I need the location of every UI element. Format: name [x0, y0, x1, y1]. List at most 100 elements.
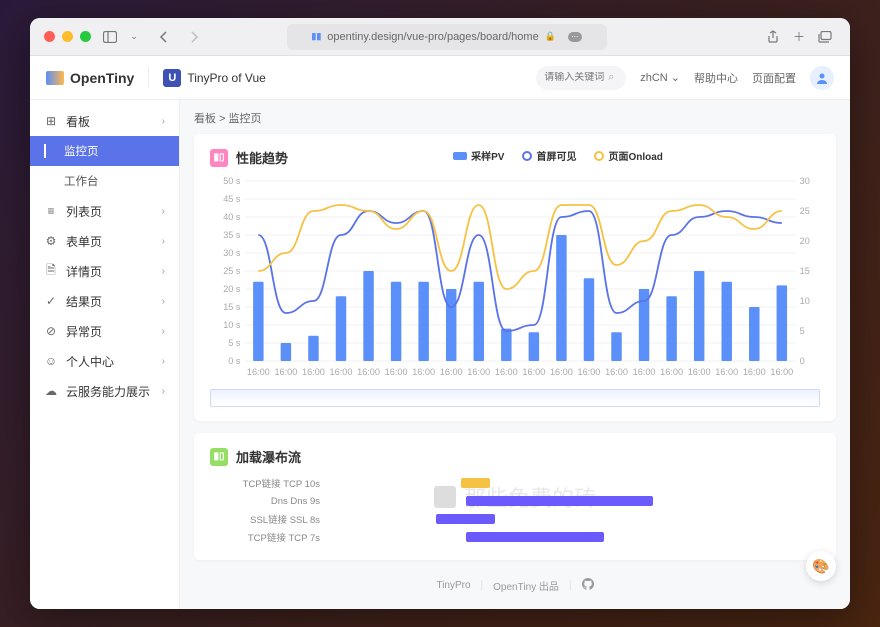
svg-text:20: 20 — [800, 236, 810, 246]
brand-logo[interactable]: OpenTiny — [46, 70, 134, 86]
nav-label: 结果页 — [66, 293, 102, 310]
product-logo[interactable]: U TinyPro of Vue — [163, 69, 265, 87]
svg-text:16:00: 16:00 — [688, 367, 711, 377]
svg-text:16:00: 16:00 — [412, 367, 435, 377]
sidebar-item-个人中心[interactable]: ☺个人中心› — [30, 346, 179, 376]
svg-text:16:00: 16:00 — [633, 367, 656, 377]
legend-item[interactable]: 页面Onload — [594, 148, 662, 163]
svg-text:10 s: 10 s — [223, 320, 241, 330]
waterfall-card: 那些免费的砖 ▮▯ 加载瀑布流 TCP链接 TCP 10sDns Dns 9sS… — [194, 433, 836, 560]
back-icon[interactable] — [153, 26, 175, 48]
svg-text:16:00: 16:00 — [743, 367, 766, 377]
card-title-text: 性能趋势 — [236, 148, 288, 167]
chevron-right-icon: › — [162, 356, 165, 367]
nav-label: 监控页 — [64, 143, 99, 159]
svg-text:16:00: 16:00 — [357, 367, 380, 377]
legend-item[interactable]: 采样PV — [453, 148, 504, 163]
svg-text:16:00: 16:00 — [550, 367, 573, 377]
theme-float-button[interactable]: 🎨 — [806, 551, 836, 581]
nav-icon: ☁ — [44, 384, 58, 398]
nav-label: 工作台 — [64, 173, 99, 189]
svg-text:30: 30 — [800, 176, 810, 186]
url-text: opentiny.design/vue-pro/pages/board/home — [327, 31, 538, 43]
sidebar-item-看板[interactable]: ⊞看板› — [30, 106, 179, 136]
minimize-dot[interactable] — [62, 31, 73, 42]
sidebar-item-监控页[interactable]: 监控页 — [30, 136, 179, 166]
chevron-down-icon[interactable]: ⌄ — [123, 26, 145, 48]
nav-icon: ⊞ — [44, 114, 58, 128]
sidebar-item-云服务能力展示[interactable]: ☁云服务能力展示› — [30, 376, 179, 406]
page-config-link[interactable]: 页面配置 — [752, 70, 796, 86]
nav-label: 个人中心 — [66, 353, 114, 370]
svg-text:25 s: 25 s — [223, 266, 241, 276]
svg-text:0 s: 0 s — [228, 356, 241, 366]
sidebar-item-表单页[interactable]: ⚙表单页› — [30, 226, 179, 256]
titlebar: ⌄ ▮▮ opentiny.design/vue-pro/pages/board… — [30, 18, 850, 56]
share-icon[interactable] — [762, 26, 784, 48]
page: OpenTiny U TinyPro of Vue ⌕ zhCN ⌄ 帮助中心 … — [30, 56, 850, 609]
svg-text:25: 25 — [800, 206, 810, 216]
nav-label: 云服务能力展示 — [66, 383, 150, 400]
svg-text:16:00: 16:00 — [605, 367, 628, 377]
svg-text:10: 10 — [800, 296, 810, 306]
nav-label: 看板 — [66, 113, 90, 130]
github-icon[interactable] — [582, 578, 594, 593]
waterfall-row: SSL链接 SSL 8s — [210, 510, 820, 528]
waterfall-label: Dns Dns 9s — [210, 496, 320, 507]
svg-text:45 s: 45 s — [223, 194, 241, 204]
new-tab-icon[interactable]: ＋ — [788, 26, 810, 48]
sidebar-item-详情页[interactable]: 🗎详情页› — [30, 256, 179, 286]
svg-text:16:00: 16:00 — [467, 367, 490, 377]
waterfall-track — [328, 513, 820, 525]
waterfall-row: Dns Dns 9s — [210, 492, 820, 510]
browser-window: ⌄ ▮▮ opentiny.design/vue-pro/pages/board… — [30, 18, 850, 609]
sidebar-toggle-icon[interactable] — [99, 26, 121, 48]
forward-icon[interactable] — [183, 26, 205, 48]
chevron-right-icon: › — [162, 296, 165, 307]
svg-text:16:00: 16:00 — [385, 367, 408, 377]
nav-icon: 🗎 — [44, 261, 58, 282]
divider — [148, 68, 149, 88]
help-link[interactable]: 帮助中心 — [694, 70, 738, 86]
locale-switch[interactable]: zhCN ⌄ — [640, 71, 680, 84]
sidebar-item-列表页[interactable]: ≡列表页› — [30, 196, 179, 226]
sidebar-item-异常页[interactable]: ⊘异常页› — [30, 316, 179, 346]
chart-icon: ▮▯ — [210, 149, 228, 167]
footer-link-a[interactable]: TinyPro — [436, 580, 470, 591]
waterfall-label: TCP链接 TCP 10s — [210, 476, 320, 490]
svg-text:20 s: 20 s — [223, 284, 241, 294]
legend-swatch — [594, 151, 604, 161]
svg-text:16:00: 16:00 — [302, 367, 325, 377]
nav-label: 列表页 — [66, 203, 102, 220]
sidebar-item-结果页[interactable]: ✓结果页› — [30, 286, 179, 316]
legend-swatch — [522, 151, 532, 161]
lock-icon: 🔒 — [545, 31, 556, 42]
nav-icon: ⊘ — [44, 324, 58, 338]
tabs-icon[interactable] — [814, 26, 836, 48]
waterfall-icon: ▮▯ — [210, 448, 228, 466]
main-content: 看板 > 监控页 ▮▯ 性能趋势 采样PV首屏可见页面Onload 0 s5 s… — [180, 100, 850, 609]
chart-brush[interactable] — [210, 389, 820, 407]
close-dot[interactable] — [44, 31, 55, 42]
svg-text:16:00: 16:00 — [274, 367, 297, 377]
chevron-right-icon: › — [162, 326, 165, 337]
sidebar-item-工作台[interactable]: 工作台 — [30, 166, 179, 196]
zoom-dot[interactable] — [80, 31, 91, 42]
chevron-right-icon: › — [162, 266, 165, 277]
avatar[interactable] — [810, 66, 834, 90]
waterfall-track — [328, 477, 820, 489]
svg-text:16:00: 16:00 — [522, 367, 545, 377]
footer: TinyPro | OpenTiny 出品 | — [194, 572, 836, 599]
legend-item[interactable]: 首屏可见 — [522, 148, 576, 163]
url-bar[interactable]: ▮▮ opentiny.design/vue-pro/pages/board/h… — [287, 24, 607, 50]
svg-text:5: 5 — [800, 326, 805, 336]
waterfall-bar — [436, 514, 495, 524]
waterfall-row: TCP链接 TCP 10s — [210, 474, 820, 492]
svg-text:16:00: 16:00 — [578, 367, 601, 377]
waterfall-track — [328, 495, 820, 507]
header-search[interactable]: ⌕ — [536, 66, 626, 90]
search-icon[interactable]: ⌕ — [608, 71, 614, 84]
traffic-lights — [44, 31, 91, 42]
svg-text:30 s: 30 s — [223, 248, 241, 258]
search-input[interactable] — [544, 72, 604, 83]
